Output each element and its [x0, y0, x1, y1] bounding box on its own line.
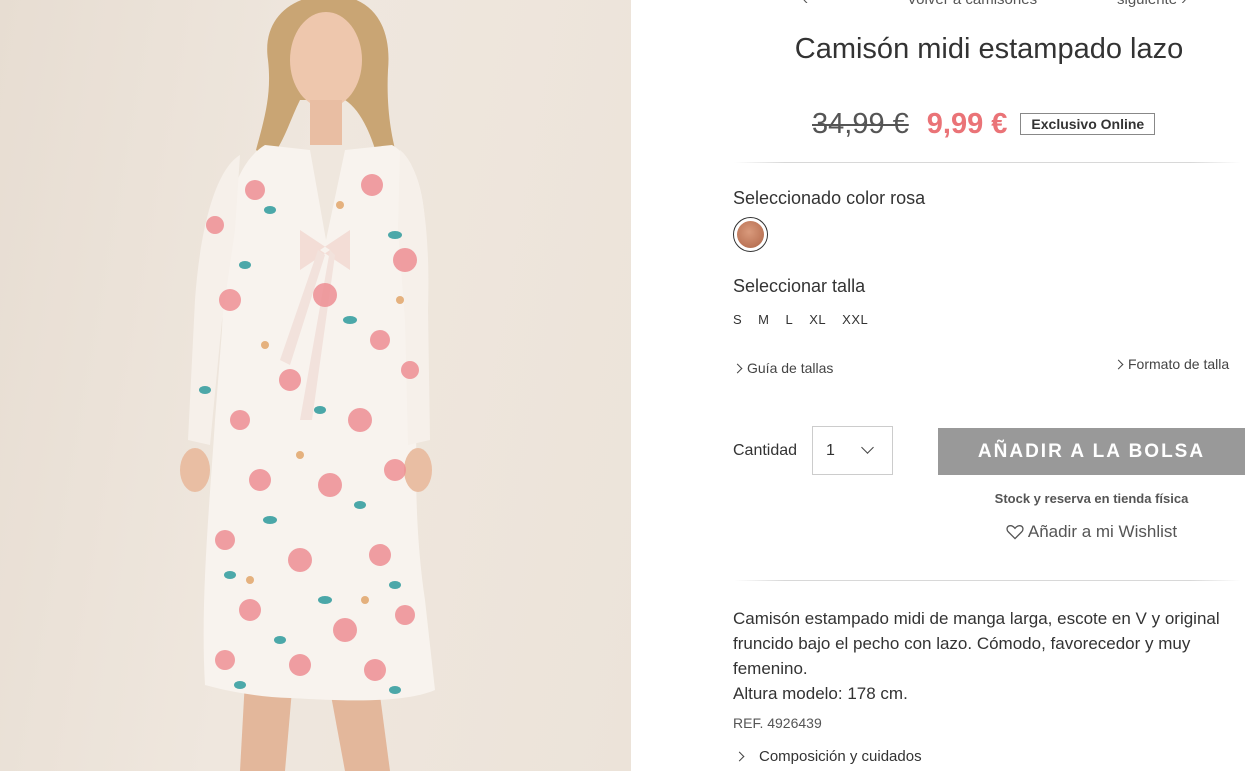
composition-label: Composición y cuidados: [759, 748, 922, 765]
back-to-category-link[interactable]: Volver a camisones: [907, 0, 1037, 8]
product-details-panel: ‹ Volver a camisones siguiente › Camisón…: [631, 0, 1252, 771]
chevron-down-icon: [861, 441, 874, 454]
product-navigation: ‹ Volver a camisones siguiente ›: [631, 0, 1252, 11]
divider: [734, 580, 1241, 581]
product-title: Camisón midi estampado lazo: [794, 33, 1184, 65]
size-options: S M L XL XXL: [733, 312, 884, 327]
next-product-link[interactable]: siguiente ›: [1117, 0, 1186, 8]
quantity-label: Cantidad: [733, 442, 798, 459]
size-format-link[interactable]: Formato de talla: [1113, 356, 1230, 372]
quantity-value: 1: [826, 441, 835, 459]
size-option-m[interactable]: M: [758, 312, 769, 327]
composition-care-link[interactable]: Composición y cuidados: [734, 748, 922, 765]
add-to-wishlist-button[interactable]: Añadir a mi Wishlist: [938, 522, 1245, 542]
color-swatch-rosa[interactable]: [733, 217, 768, 252]
previous-product-chevron-icon[interactable]: ‹: [803, 0, 808, 8]
store-stock-link[interactable]: Stock y reserva en tienda física: [938, 491, 1245, 506]
sale-price: 9,99 €: [926, 107, 1008, 140]
color-label: Seleccionado color rosa: [733, 188, 926, 208]
chevron-right-icon: [1113, 359, 1124, 369]
original-price: 34,99 €: [812, 107, 909, 140]
chevron-right-icon: [732, 363, 743, 373]
price-row: 34,99 € 9,99 € Exclusivo Online: [812, 104, 1156, 144]
size-option-s[interactable]: S: [733, 312, 742, 327]
divider: [734, 162, 1241, 163]
quantity-select[interactable]: 1: [812, 426, 893, 475]
size-guide-link[interactable]: Guía de tallas: [732, 360, 834, 376]
chevron-right-icon: [734, 751, 745, 762]
heart-icon: [1006, 525, 1024, 540]
model-illustration: [180, 0, 435, 771]
description-text: Camisón estampado midi de manga larga, e…: [733, 609, 1220, 678]
size-label: Seleccionar talla: [733, 276, 866, 296]
next-product-label: siguiente: [1117, 0, 1177, 8]
online-exclusive-badge: Exclusivo Online: [1020, 113, 1156, 135]
product-image[interactable]: [0, 0, 631, 771]
size-guide-label: Guía de tallas: [747, 360, 834, 376]
size-option-xxl[interactable]: XXL: [842, 312, 868, 327]
chevron-right-icon: ›: [1181, 0, 1186, 8]
size-option-xl[interactable]: XL: [809, 312, 826, 327]
product-description: Camisón estampado midi de manga larga, e…: [733, 606, 1252, 706]
swatch-color-dot: [737, 221, 764, 248]
product-reference: REF. 4926439: [733, 715, 822, 731]
model-height: Altura modelo: 178 cm.: [733, 684, 908, 703]
wishlist-label: Añadir a mi Wishlist: [1027, 522, 1178, 541]
add-to-bag-button[interactable]: AÑADIR A LA BOLSA: [938, 428, 1245, 475]
size-format-label: Formato de talla: [1128, 356, 1230, 372]
size-option-l[interactable]: L: [786, 312, 794, 327]
